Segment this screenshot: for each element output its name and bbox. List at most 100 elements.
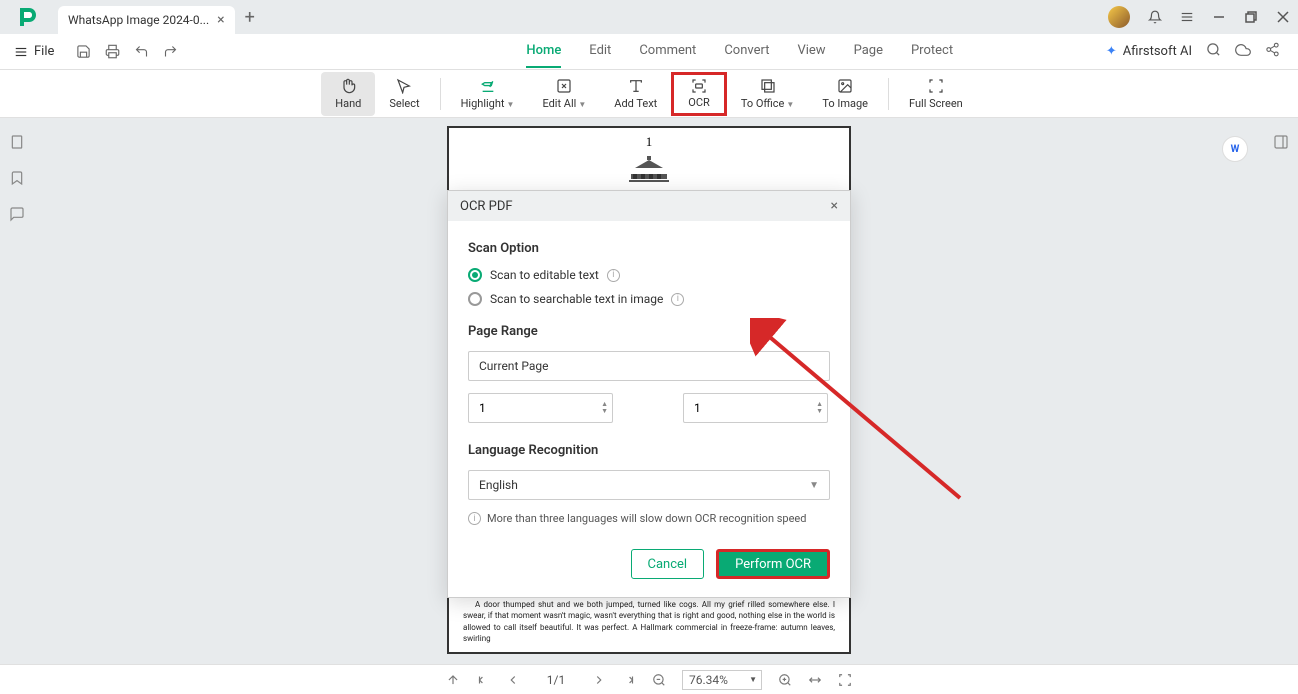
menubar: File Home Edit Comment Convert View Page… xyxy=(0,34,1298,70)
prev-page-icon[interactable] xyxy=(506,673,520,687)
bookmark-icon[interactable] xyxy=(9,170,25,190)
hand-label: Hand xyxy=(335,97,361,110)
chevron-down-icon: ▼ xyxy=(809,480,819,491)
language-select[interactable]: English ▼ xyxy=(468,470,830,500)
spinner-icon[interactable]: ▲▼ xyxy=(816,401,823,415)
maximize-icon[interactable] xyxy=(1244,10,1258,24)
cancel-button[interactable]: Cancel xyxy=(631,549,705,579)
page-to-input[interactable]: 1 ▲▼ xyxy=(683,393,828,423)
radio-editable-label: Scan to editable text xyxy=(490,268,599,282)
page-range-select[interactable]: Current Page xyxy=(468,351,830,381)
select-tool[interactable]: Select xyxy=(375,72,433,116)
to-office-tool[interactable]: To Office▼ xyxy=(727,72,809,116)
radio-icon xyxy=(468,268,482,282)
scan-option-title: Scan Option xyxy=(468,241,830,256)
language-value: English xyxy=(479,478,518,492)
notifications-icon[interactable] xyxy=(1148,10,1162,24)
panel-icon[interactable] xyxy=(1273,134,1289,154)
ocr-dialog: OCR PDF × Scan Option Scan to editable t… xyxy=(447,190,851,598)
word-badge[interactable]: W xyxy=(1222,136,1248,162)
first-page-icon[interactable] xyxy=(476,673,490,687)
close-tab-icon[interactable]: × xyxy=(217,12,224,28)
zoom-value: 76.34% xyxy=(689,673,728,687)
to-image-label: To Image xyxy=(822,97,868,110)
right-rail xyxy=(1264,118,1298,154)
tab-comment[interactable]: Comment xyxy=(639,35,696,68)
language-hint: i More than three languages will slow do… xyxy=(468,512,830,525)
text-icon xyxy=(628,77,644,95)
toolbar: Hand Select Highlight▼ Edit All▼ Add Tex… xyxy=(0,70,1298,118)
comment-icon[interactable] xyxy=(9,206,25,226)
zoom-input[interactable]: 76.34% ▼ xyxy=(682,670,762,690)
edit-all-tool[interactable]: Edit All▼ xyxy=(528,72,600,116)
next-page-icon[interactable] xyxy=(592,673,606,687)
full-screen-label: Full Screen xyxy=(909,97,963,110)
tab-title: WhatsApp Image 2024-0... xyxy=(68,13,209,27)
user-avatar[interactable] xyxy=(1108,6,1130,28)
to-image-tool[interactable]: To Image xyxy=(808,72,882,116)
titlebar: WhatsApp Image 2024-0... × + xyxy=(0,0,1298,34)
spinner-icon[interactable]: ▲▼ xyxy=(601,401,608,415)
fit-width-icon[interactable] xyxy=(808,673,822,687)
menu-icon[interactable] xyxy=(1180,10,1194,24)
left-rail xyxy=(0,118,34,226)
highlight-tool[interactable]: Highlight▼ xyxy=(447,72,529,116)
undo-icon[interactable] xyxy=(134,44,149,59)
add-text-tool[interactable]: Add Text xyxy=(600,72,671,116)
search-icon[interactable] xyxy=(1206,42,1221,61)
info-icon[interactable]: i xyxy=(671,293,684,306)
radio-editable[interactable]: Scan to editable text i xyxy=(468,268,830,282)
ocr-label: OCR xyxy=(688,96,710,109)
page-to-value: 1 xyxy=(694,401,701,415)
tab-protect[interactable]: Protect xyxy=(911,35,953,68)
share-icon[interactable] xyxy=(1265,42,1280,61)
scroll-top-icon[interactable] xyxy=(446,673,460,687)
tab-convert[interactable]: Convert xyxy=(724,35,769,68)
highlight-icon xyxy=(480,77,496,95)
print-icon[interactable] xyxy=(105,44,120,59)
zoom-out-icon[interactable] xyxy=(652,673,666,687)
edit-icon xyxy=(556,77,572,95)
page-from-input[interactable]: 1 ▲▼ xyxy=(468,393,613,423)
ocr-tool[interactable]: OCR xyxy=(671,72,727,116)
zoom-in-icon[interactable] xyxy=(778,673,792,687)
chevron-down-icon: ▼ xyxy=(749,675,757,684)
workspace: W 1 when I came out, there was a wedding… xyxy=(0,118,1298,664)
cloud-icon[interactable] xyxy=(1235,42,1251,62)
office-icon xyxy=(760,77,776,95)
page-range-title: Page Range xyxy=(468,324,830,339)
perform-ocr-button[interactable]: Perform OCR xyxy=(716,549,830,579)
edit-all-label: Edit All▼ xyxy=(542,97,586,110)
minimize-icon[interactable] xyxy=(1212,10,1226,24)
radio-searchable[interactable]: Scan to searchable text in image i xyxy=(468,292,830,306)
app-logo xyxy=(16,5,40,29)
info-icon[interactable]: i xyxy=(607,269,620,282)
tab-home[interactable]: Home xyxy=(526,35,561,68)
hand-icon xyxy=(340,77,356,95)
hand-tool[interactable]: Hand xyxy=(321,72,375,116)
dialog-close-icon[interactable]: × xyxy=(831,198,838,214)
tab-edit[interactable]: Edit xyxy=(589,35,611,68)
tab-view[interactable]: View xyxy=(797,35,825,68)
last-page-icon[interactable] xyxy=(622,673,636,687)
statusbar: 1/1 76.34% ▼ xyxy=(0,664,1298,694)
save-icon[interactable] xyxy=(76,44,91,59)
add-text-label: Add Text xyxy=(614,97,657,110)
file-menu[interactable]: File xyxy=(0,44,68,59)
page-indicator: 1/1 xyxy=(536,673,576,687)
ai-button[interactable]: ✦ Afirstsoft AI xyxy=(1106,44,1192,59)
sparkle-icon: ✦ xyxy=(1106,44,1117,59)
ocr-icon xyxy=(691,78,707,94)
document-tab[interactable]: WhatsApp Image 2024-0... × xyxy=(58,6,235,34)
select-label: Select xyxy=(389,97,419,110)
page-from-value: 1 xyxy=(479,401,486,415)
fit-page-icon[interactable] xyxy=(838,673,852,687)
thumbnails-icon[interactable] xyxy=(9,134,25,154)
redo-icon[interactable] xyxy=(163,44,178,59)
close-icon[interactable] xyxy=(1276,10,1290,24)
full-screen-tool[interactable]: Full Screen xyxy=(895,72,977,116)
to-office-label: To Office▼ xyxy=(741,97,795,110)
new-tab-button[interactable]: + xyxy=(245,7,255,28)
tab-page[interactable]: Page xyxy=(854,35,883,68)
radio-searchable-label: Scan to searchable text in image xyxy=(490,292,663,306)
